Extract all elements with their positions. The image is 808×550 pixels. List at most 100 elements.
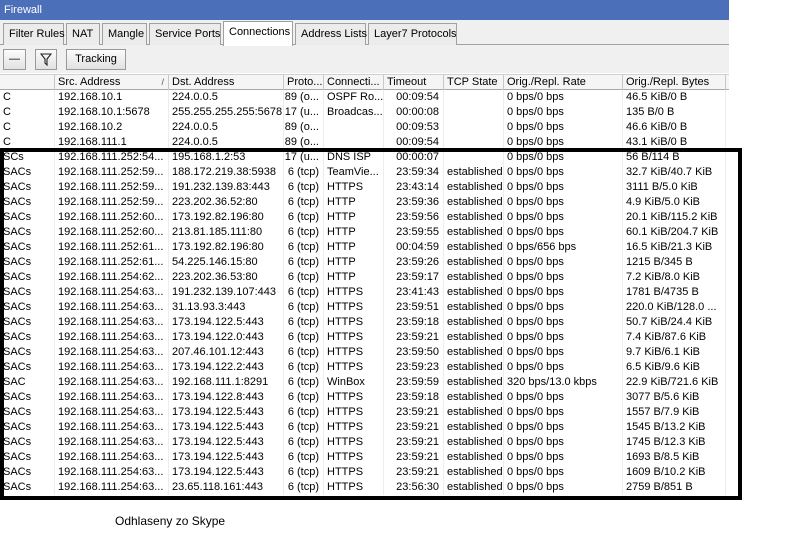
table-row[interactable]: C 192.168.10.1 224.0.0.5 89 (o... OSPF Ro...… [0, 90, 729, 105]
cell-src-address: 192.168.111.254:62... [55, 270, 169, 285]
table-row[interactable]: SACs 192.168.111.254:63... 173.194.122.5:4… [0, 435, 729, 450]
cell-orig-repl-rate: 0 bps/0 bps [504, 225, 623, 240]
cell-orig-repl-bytes: 1545 B/13.2 KiB [623, 420, 726, 435]
cell-orig-repl-rate: 0 bps/0 bps [504, 450, 623, 465]
column-header-dst-address[interactable]: Dst. Address [169, 75, 284, 90]
tab-mangle[interactable]: Mangle [102, 23, 147, 45]
cell-timeout: 00:09:53 [384, 120, 444, 135]
column-header-src-address[interactable]: Src. Address / [55, 75, 169, 90]
cell-tcp-state: established [444, 360, 504, 375]
table-row[interactable]: SACs 192.168.111.252:59... 188.172.219.38:… [0, 165, 729, 180]
cell-dst-address: 223.202.36.52:80 [169, 195, 284, 210]
table-row[interactable]: SACs 192.168.111.254:63... 23.65.118.161:4… [0, 480, 729, 495]
column-header-orig-repl-rate[interactable]: Orig./Repl. Rate [504, 75, 623, 90]
cell-src-address: 192.168.111.254:63... [55, 450, 169, 465]
table-row[interactable]: SACs 192.168.111.252:61... 173.192.82.196:… [0, 240, 729, 255]
tab-address-lists[interactable]: Address Lists [295, 23, 367, 45]
table-row[interactable]: SAC 192.168.111.254:63... 192.168.111.1:82… [0, 375, 729, 390]
cell-flags: SACs [0, 405, 55, 420]
table-row[interactable]: SACs 192.168.111.254:63... 207.46.101.12:4… [0, 345, 729, 360]
cell-timeout: 23:59:17 [384, 270, 444, 285]
toolbar: — Tracking [0, 45, 729, 73]
cell-connection-type [324, 120, 384, 135]
column-header-flags[interactable] [0, 75, 55, 90]
cell-timeout: 23:59:18 [384, 315, 444, 330]
cell-flags: SAC [0, 375, 55, 390]
column-header-timeout[interactable]: Timeout [384, 75, 444, 90]
table-row[interactable]: SACs 192.168.111.254:63... 173.194.122.5:4… [0, 450, 729, 465]
cell-timeout: 23:59:55 [384, 225, 444, 240]
cell-protocol: 89 (o... [284, 120, 324, 135]
cell-flags: SACs [0, 225, 55, 240]
cell-flags: SACs [0, 345, 55, 360]
table-row[interactable]: SACs 192.168.111.254:62... 223.202.36.53:8… [0, 270, 729, 285]
cell-src-address: 192.168.111.254:63... [55, 390, 169, 405]
cell-src-address: 192.168.111.252:61... [55, 255, 169, 270]
table-row[interactable]: C 192.168.10.1:5678 255.255.255.255:5678 17… [0, 105, 729, 120]
connections-table: C 192.168.10.1 224.0.0.5 89 (o... OSPF Ro...… [0, 90, 729, 495]
cell-protocol: 6 (tcp) [284, 480, 324, 495]
cell-orig-repl-bytes: 32.7 KiB/40.7 KiB [623, 165, 726, 180]
cell-orig-repl-bytes: 56 B/114 B [623, 150, 726, 165]
table-row[interactable]: SACs 192.168.111.252:61... 54.225.146.15:8… [0, 255, 729, 270]
cell-src-address: 192.168.111.254:63... [55, 300, 169, 315]
tab-connections[interactable]: Connections [223, 21, 293, 46]
cell-connection-type: HTTPS [324, 405, 384, 420]
column-header-connection-type[interactable]: Connecti... [324, 75, 384, 90]
cell-tcp-state: established [444, 450, 504, 465]
table-row[interactable]: SACs 192.168.111.252:59... 223.202.36.52:8… [0, 195, 729, 210]
cell-protocol: 89 (o... [284, 135, 324, 150]
table-row[interactable]: SACs 192.168.111.254:63... 173.194.122.0:4… [0, 330, 729, 345]
cell-orig-repl-bytes: 7.2 KiB/8.0 KiB [623, 270, 726, 285]
cell-dst-address: 31.13.93.3:443 [169, 300, 284, 315]
cell-connection-type: HTTPS [324, 360, 384, 375]
table-row[interactable]: SACs 192.168.111.254:63... 173.194.122.8:4… [0, 390, 729, 405]
cell-tcp-state: established [444, 210, 504, 225]
table-row[interactable]: C 192.168.111.1 224.0.0.5 89 (o... 00:09:54 0… [0, 135, 729, 150]
column-header-orig-repl-bytes[interactable]: Orig./Repl. Bytes [623, 75, 726, 90]
cell-flags: C [0, 135, 55, 150]
cell-src-address: 192.168.10.1:5678 [55, 105, 169, 120]
tab-filter-rules[interactable]: Filter Rules [3, 23, 65, 45]
cell-protocol: 6 (tcp) [284, 450, 324, 465]
cell-flags: SACs [0, 165, 55, 180]
cell-connection-type: HTTP [324, 225, 384, 240]
table-row[interactable]: C 192.168.10.2 224.0.0.5 89 (o... 00:09:53 0 … [0, 120, 729, 135]
tab-layer7-protocols[interactable]: Layer7 Protocols [368, 23, 457, 45]
table-row[interactable]: SACs 192.168.111.254:63... 173.194.122.5:4… [0, 420, 729, 435]
table-row[interactable]: SACs 192.168.111.252:59... 191.232.139.83:… [0, 180, 729, 195]
table-row[interactable]: SACs 192.168.111.254:63... 173.194.122.2:4… [0, 360, 729, 375]
cell-dst-address: 173.194.122.2:443 [169, 360, 284, 375]
cell-orig-repl-rate: 0 bps/0 bps [504, 195, 623, 210]
cell-dst-address: 173.194.122.5:443 [169, 450, 284, 465]
table-row[interactable]: SACs 192.168.111.252:60... 213.81.185.111:… [0, 225, 729, 240]
cell-connection-type: HTTP [324, 270, 384, 285]
remove-button[interactable]: — [3, 49, 26, 70]
table-row[interactable]: SACs 192.168.111.254:63... 31.13.93.3:443 6… [0, 300, 729, 315]
tab-service-ports[interactable]: Service Ports [149, 23, 221, 45]
table-row[interactable]: SACs 192.168.111.254:63... 173.194.122.5:4… [0, 465, 729, 480]
cell-tcp-state [444, 105, 504, 120]
cell-flags: SACs [0, 285, 55, 300]
cell-protocol: 6 (tcp) [284, 360, 324, 375]
cell-tcp-state: established [444, 195, 504, 210]
table-row[interactable]: SACs 192.168.111.254:63... 173.194.122.5:4… [0, 315, 729, 330]
column-header-protocol[interactable]: Proto... [284, 75, 324, 90]
cell-orig-repl-bytes: 4.9 KiB/5.0 KiB [623, 195, 726, 210]
table-row[interactable]: SCs 192.168.111.252:54... 195.168.1.2:53 17… [0, 150, 729, 165]
cell-src-address: 192.168.111.252:60... [55, 225, 169, 240]
cell-orig-repl-rate: 0 bps/0 bps [504, 90, 623, 105]
table-row[interactable]: SACs 192.168.111.252:60... 173.192.82.196:… [0, 210, 729, 225]
column-header-tcp-state[interactable]: TCP State [444, 75, 504, 90]
cell-src-address: 192.168.111.252:59... [55, 180, 169, 195]
cell-protocol: 6 (tcp) [284, 420, 324, 435]
table-row[interactable]: SACs 192.168.111.254:63... 173.194.122.5:4… [0, 405, 729, 420]
tab-nat[interactable]: NAT [66, 23, 100, 45]
table-row[interactable]: SACs 192.168.111.254:63... 191.232.139.107… [0, 285, 729, 300]
cell-src-address: 192.168.111.254:63... [55, 285, 169, 300]
filter-button[interactable] [35, 49, 57, 70]
cell-timeout: 23:59:50 [384, 345, 444, 360]
cell-connection-type: HTTPS [324, 315, 384, 330]
cell-connection-type: HTTPS [324, 435, 384, 450]
tracking-button[interactable]: Tracking [66, 49, 126, 70]
